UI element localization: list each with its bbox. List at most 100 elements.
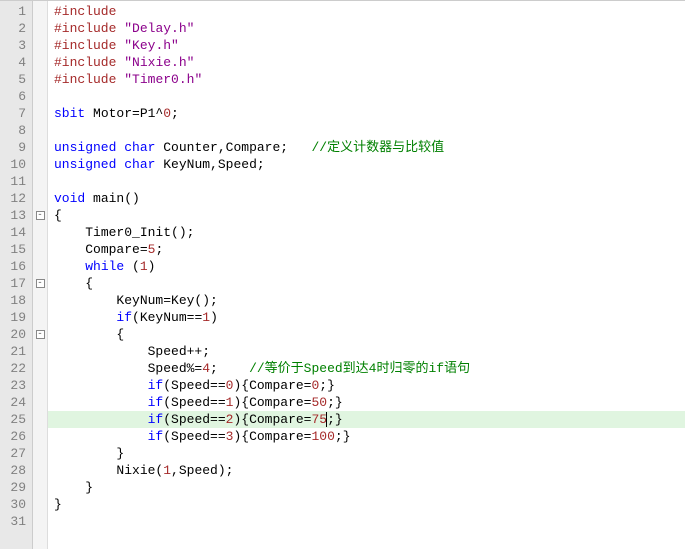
line-number: 4	[4, 54, 26, 71]
fold-cell	[33, 477, 47, 494]
line-number: 24	[4, 394, 26, 411]
line-number: 9	[4, 139, 26, 156]
code-line[interactable]	[54, 513, 685, 530]
line-number: 10	[4, 156, 26, 173]
fold-toggle-icon[interactable]: -	[36, 330, 45, 339]
code-line[interactable]: {	[54, 326, 685, 343]
line-number: 7	[4, 105, 26, 122]
fold-cell	[33, 256, 47, 273]
line-number-gutter: 1234567891011121314151617181920212223242…	[0, 1, 33, 549]
fold-cell	[33, 1, 47, 18]
code-line[interactable]: Compare=5;	[54, 241, 685, 258]
code-line[interactable]: }	[54, 445, 685, 462]
code-line[interactable]: unsigned char Counter,Compare; //定义计数器与比…	[54, 139, 685, 156]
code-line[interactable]	[54, 173, 685, 190]
code-line[interactable]: Speed%=4; //等价于Speed到达4时归零的if语句	[54, 360, 685, 377]
fold-cell	[33, 392, 47, 409]
code-line[interactable]: #include "Timer0.h"	[54, 71, 685, 88]
line-number: 14	[4, 224, 26, 241]
line-number: 12	[4, 190, 26, 207]
code-line[interactable]: if(Speed==1){Compare=50;}	[54, 394, 685, 411]
code-line[interactable]: #include "Nixie.h"	[54, 54, 685, 71]
code-line[interactable]: }	[54, 496, 685, 513]
code-line[interactable]: unsigned char KeyNum,Speed;	[54, 156, 685, 173]
line-number: 16	[4, 258, 26, 275]
fold-cell	[33, 188, 47, 205]
line-number: 6	[4, 88, 26, 105]
code-line[interactable]: Nixie(1,Speed);	[54, 462, 685, 479]
line-number: 13	[4, 207, 26, 224]
code-editor[interactable]: 1234567891011121314151617181920212223242…	[0, 0, 685, 549]
code-line[interactable]: if(Speed==2){Compare=75;}	[48, 411, 685, 428]
fold-gutter[interactable]: - - -	[33, 1, 48, 549]
fold-cell	[33, 120, 47, 137]
code-line[interactable]: KeyNum=Key();	[54, 292, 685, 309]
line-number: 15	[4, 241, 26, 258]
code-line[interactable]: }	[54, 479, 685, 496]
fold-cell	[33, 290, 47, 307]
code-line[interactable]: void main()	[54, 190, 685, 207]
fold-cell	[33, 69, 47, 86]
fold-cell	[33, 222, 47, 239]
line-number: 25	[4, 411, 26, 428]
code-text-area[interactable]: #include #include "Delay.h"#include "Key…	[48, 1, 685, 549]
fold-cell	[33, 511, 47, 528]
line-number: 21	[4, 343, 26, 360]
code-line[interactable]	[54, 122, 685, 139]
fold-cell[interactable]: -	[33, 324, 47, 341]
code-line[interactable]: if(KeyNum==1)	[54, 309, 685, 326]
line-number: 31	[4, 513, 26, 530]
fold-cell	[33, 358, 47, 375]
fold-cell	[33, 341, 47, 358]
code-line[interactable]: {	[54, 207, 685, 224]
fold-toggle-icon[interactable]: -	[36, 279, 45, 288]
fold-cell	[33, 426, 47, 443]
line-number: 2	[4, 20, 26, 37]
code-line[interactable]	[54, 88, 685, 105]
code-line[interactable]: while (1)	[54, 258, 685, 275]
code-line[interactable]: if(Speed==0){Compare=0;}	[54, 377, 685, 394]
fold-cell	[33, 171, 47, 188]
line-number: 22	[4, 360, 26, 377]
line-number: 8	[4, 122, 26, 139]
fold-cell	[33, 239, 47, 256]
code-line[interactable]: #include	[54, 3, 685, 20]
fold-cell	[33, 154, 47, 171]
fold-toggle-icon[interactable]: -	[36, 211, 45, 220]
line-number: 19	[4, 309, 26, 326]
line-number: 23	[4, 377, 26, 394]
code-line[interactable]: #include "Delay.h"	[54, 20, 685, 37]
fold-cell[interactable]: -	[33, 205, 47, 222]
code-line[interactable]: Timer0_Init();	[54, 224, 685, 241]
fold-cell	[33, 18, 47, 35]
line-number: 5	[4, 71, 26, 88]
line-number: 3	[4, 37, 26, 54]
line-number: 29	[4, 479, 26, 496]
line-number: 1	[4, 3, 26, 20]
line-number: 18	[4, 292, 26, 309]
fold-cell	[33, 52, 47, 69]
fold-cell	[33, 375, 47, 392]
code-line[interactable]: Speed++;	[54, 343, 685, 360]
code-line[interactable]: sbit Motor=P1^0;	[54, 105, 685, 122]
fold-cell	[33, 86, 47, 103]
line-number: 27	[4, 445, 26, 462]
fold-cell[interactable]: -	[33, 273, 47, 290]
line-number: 28	[4, 462, 26, 479]
fold-cell	[33, 460, 47, 477]
line-number: 26	[4, 428, 26, 445]
fold-cell	[33, 494, 47, 511]
code-line[interactable]: {	[54, 275, 685, 292]
line-number: 20	[4, 326, 26, 343]
line-number: 30	[4, 496, 26, 513]
fold-cell	[33, 35, 47, 52]
fold-cell	[33, 137, 47, 154]
line-number: 11	[4, 173, 26, 190]
line-number: 17	[4, 275, 26, 292]
fold-cell	[33, 307, 47, 324]
code-line[interactable]: #include "Key.h"	[54, 37, 685, 54]
code-line[interactable]: if(Speed==3){Compare=100;}	[54, 428, 685, 445]
fold-cell	[33, 103, 47, 120]
fold-cell	[33, 443, 47, 460]
fold-cell	[33, 409, 47, 426]
